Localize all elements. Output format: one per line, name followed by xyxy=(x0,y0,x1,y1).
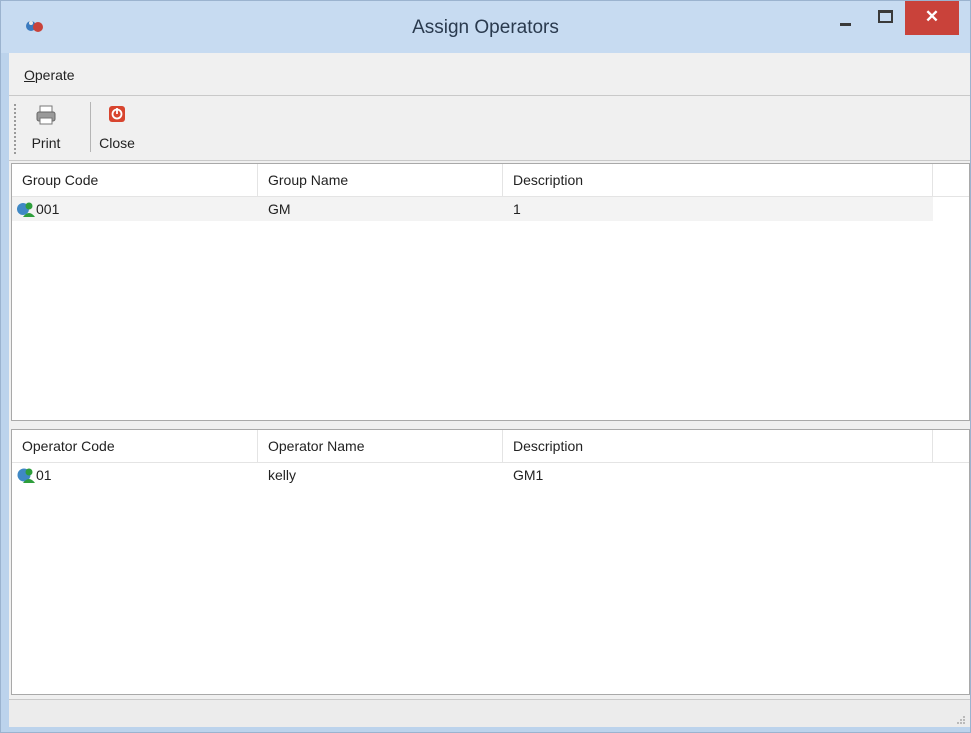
close-button[interactable]: Close xyxy=(97,102,137,154)
operators-header: Operator Code Operator Name Description xyxy=(12,430,969,463)
close-icon: ✕ xyxy=(924,7,940,26)
column-header-group-name[interactable]: Group Name xyxy=(258,164,503,196)
users-group-icon xyxy=(17,202,35,217)
close-label: Close xyxy=(99,135,135,151)
resize-grip-icon[interactable] xyxy=(956,715,966,725)
operator-code-text: 01 xyxy=(36,467,52,483)
group-code-cell: 001 xyxy=(12,197,258,221)
menu-operate[interactable]: Operate xyxy=(24,67,75,83)
groups-header: Group Code Group Name Description xyxy=(12,164,969,197)
maximize-button[interactable] xyxy=(868,1,900,37)
table-row[interactable]: 001 GM 1 xyxy=(12,197,933,221)
groups-list[interactable]: Group Code Group Name Description 001 GM… xyxy=(11,163,970,421)
print-button[interactable]: Print xyxy=(26,102,66,154)
status-bar xyxy=(9,699,970,727)
group-code-text: 001 xyxy=(36,201,60,217)
menu-operate-mnemonic: O xyxy=(24,67,35,83)
column-header-group-code[interactable]: Group Code xyxy=(12,164,258,196)
user-icon xyxy=(17,468,35,483)
close-window-button[interactable]: ✕ xyxy=(905,1,959,35)
operator-description-cell: GM1 xyxy=(513,467,544,483)
toolbar-grip[interactable] xyxy=(14,104,19,154)
power-icon xyxy=(109,106,125,122)
client-area: Operate Print Close Group Code Group Nam… xyxy=(9,53,970,727)
column-header-operator-description[interactable]: Description xyxy=(503,430,933,462)
column-header-group-description[interactable]: Description xyxy=(503,164,933,196)
menu-bar: Operate xyxy=(9,53,970,95)
title-bar[interactable]: Assign Operators ✕ xyxy=(1,1,970,53)
window-title: Assign Operators xyxy=(412,17,559,38)
operator-name-cell: kelly xyxy=(268,467,297,483)
group-name-cell: GM xyxy=(268,201,291,217)
operator-code-cell: 01 xyxy=(12,463,258,487)
column-header-operator-name[interactable]: Operator Name xyxy=(258,430,503,462)
operators-list[interactable]: Operator Code Operator Name Description … xyxy=(11,429,970,695)
table-row[interactable]: 01 kelly GM1 xyxy=(12,463,933,487)
minimize-button[interactable] xyxy=(827,1,865,37)
menu-operate-label: perate xyxy=(34,67,75,83)
assign-operators-window: Assign Operators ✕ Operate Print Close G… xyxy=(0,0,971,733)
group-description-cell: 1 xyxy=(513,201,521,217)
toolbar-separator xyxy=(90,102,91,152)
toolbar: Print Close xyxy=(9,95,970,161)
column-header-operator-code[interactable]: Operator Code xyxy=(12,430,258,462)
print-label: Print xyxy=(31,135,61,151)
printer-icon xyxy=(36,105,56,125)
